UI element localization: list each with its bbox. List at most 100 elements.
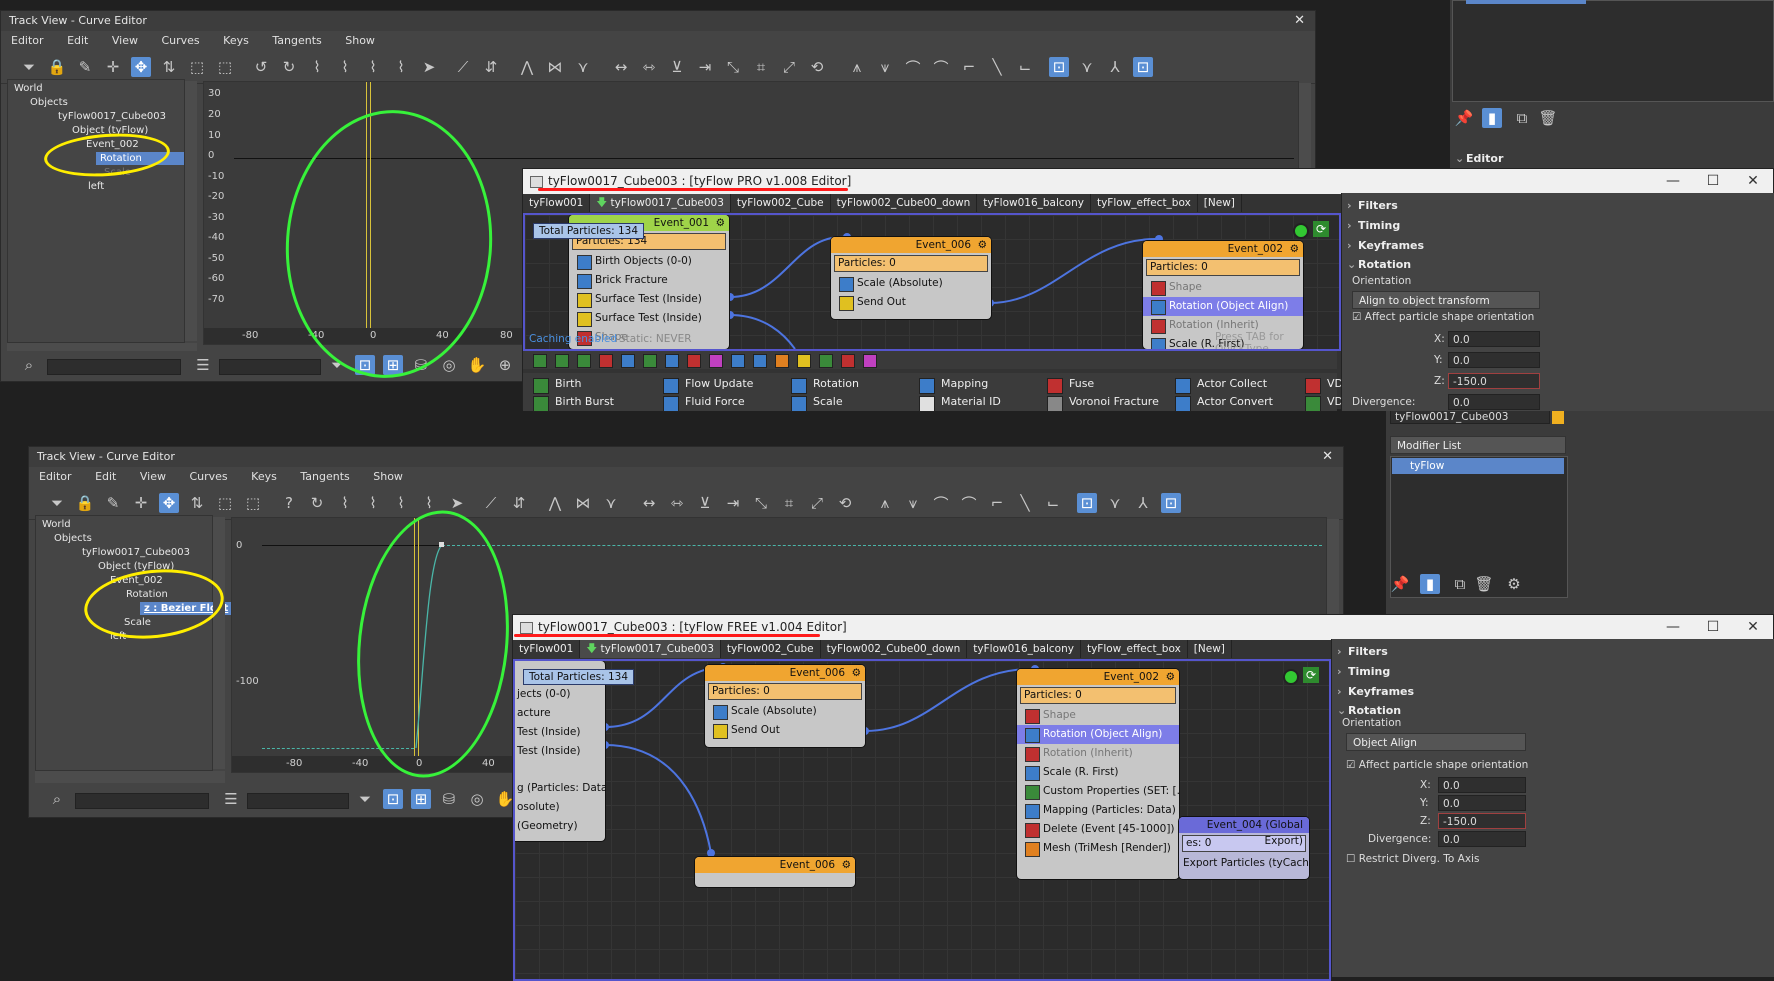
palette-icon[interactable]	[643, 354, 657, 368]
tree-item-object-name[interactable]: tyFlow0017_Cube003	[82, 546, 190, 559]
tab-tyflow-effect-box[interactable]: tyFlow_effect_box	[1090, 194, 1198, 212]
orientation-dropdown[interactable]: Align to object transform	[1352, 291, 1540, 309]
operator[interactable]: Custom Properties (SET: [...	[1017, 782, 1179, 801]
layers-icon[interactable]: ⛁	[439, 789, 459, 809]
modifier-stack-icon[interactable]: ▮	[1420, 574, 1440, 594]
operator[interactable]: Rotation (Inherit)	[1017, 744, 1179, 763]
range-icon[interactable]: ↔	[611, 57, 631, 77]
tab-new[interactable]: [New]	[1197, 194, 1242, 212]
add-key-icon[interactable]: ✛	[103, 57, 123, 77]
operator[interactable]: (Geometry)	[515, 817, 605, 836]
add-key-icon[interactable]: ✛	[131, 493, 151, 513]
event-settings-icon[interactable]: ⚙	[716, 215, 725, 231]
tangent-linear-icon[interactable]: ╲	[987, 57, 1007, 77]
select-icon[interactable]: ➤	[447, 493, 467, 513]
tangent-icon[interactable]: ⋎	[601, 493, 621, 513]
minimize-icon[interactable]: —	[1653, 615, 1693, 640]
show-tangents-icon[interactable]: ⋎	[1105, 493, 1125, 513]
event-settings-icon[interactable]: ⚙	[978, 237, 987, 253]
editor-rollout[interactable]: Editor	[1450, 150, 1774, 168]
op-vd[interactable]: VD	[1305, 377, 1343, 394]
event-settings-icon[interactable]: ⚙	[852, 665, 861, 681]
draw-curve-icon[interactable]: ✎	[103, 493, 123, 513]
timing-rollout[interactable]: Timing	[1332, 663, 1774, 681]
align-icon[interactable]: ⇵	[481, 57, 501, 77]
palette-icon[interactable]	[841, 354, 855, 368]
operator[interactable]: Surface Test (Inside)	[569, 309, 729, 328]
scale-values-icon[interactable]: ⬚	[243, 493, 263, 513]
operator[interactable]: jects (0-0)	[515, 685, 605, 704]
scale-keys-icon[interactable]: ⬚	[187, 57, 207, 77]
palette-icon[interactable]	[555, 354, 569, 368]
tree-item-world[interactable]: World	[42, 518, 71, 531]
tree-horizontal-scrollbar[interactable]	[35, 771, 225, 783]
status-input[interactable]	[75, 793, 209, 809]
menu-show[interactable]: Show	[363, 467, 413, 487]
modifier-list-dropdown[interactable]: Modifier List	[1390, 436, 1566, 454]
tab-tyflow002-cube00-down[interactable]: tyFlow002_Cube00_down	[830, 194, 978, 212]
refresh-icon[interactable]: ⟳	[1313, 221, 1329, 237]
auto-tangent-icon[interactable]: ⋈	[545, 57, 565, 77]
tangent-smooth-icon[interactable]: ⌙	[1043, 493, 1063, 513]
menu-tangents[interactable]: Tangents	[290, 467, 359, 487]
tab-tyflow002-cube[interactable]: tyFlow002_Cube	[730, 194, 831, 212]
scale-keys-icon[interactable]: ⬚	[215, 493, 235, 513]
palette-icon[interactable]	[621, 354, 635, 368]
lock-icon[interactable]: 🔒	[47, 57, 67, 77]
op-flow-update[interactable]: Flow Update	[663, 377, 753, 394]
curve-tool-icon[interactable]: ⌇	[391, 493, 411, 513]
palette-icon[interactable]	[665, 354, 679, 368]
tangent-linear-icon[interactable]: ╲	[1015, 493, 1035, 513]
close-icon[interactable]: ✕	[1733, 169, 1773, 194]
minimize-icon[interactable]: —	[1653, 169, 1693, 194]
restrict-divergence-checkbox[interactable]: ☐ Restrict Diverg. To Axis	[1346, 853, 1479, 865]
palette-icon[interactable]	[709, 354, 723, 368]
reduce-keys-icon[interactable]: ⋀	[517, 57, 537, 77]
show-tangents-icon[interactable]: ⊡	[1077, 493, 1097, 513]
y-spinner[interactable]: 0.0	[1438, 795, 1526, 811]
event-004-node[interactable]: Event_004 (Global Export) es: 0 Export P…	[1179, 817, 1309, 879]
zoom-selected-icon[interactable]: ⌕	[19, 355, 39, 375]
operator-selected[interactable]: Rotation (Object Align)	[1143, 297, 1303, 316]
show-curves-icon[interactable]: ⊞	[411, 789, 431, 809]
list-icon[interactable]: ☰	[193, 355, 213, 375]
operator[interactable]: Brick Fracture	[569, 271, 729, 290]
palette-icon[interactable]	[599, 354, 613, 368]
op-mapping[interactable]: Mapping	[919, 377, 988, 394]
operator[interactable]: Scale (Absolute)	[831, 274, 991, 293]
palette-icon[interactable]	[577, 354, 591, 368]
op-actor-convert[interactable]: Actor Convert	[1175, 395, 1273, 412]
tangent-step-icon[interactable]: ⌐	[959, 57, 979, 77]
event-settings-icon[interactable]: ⚙	[1290, 241, 1299, 257]
op-rotation[interactable]: Rotation	[791, 377, 859, 394]
z-spinner[interactable]: -150.0	[1448, 373, 1540, 389]
menu-keys[interactable]: Keys	[241, 467, 287, 487]
filter-icon[interactable]: ⏷	[19, 57, 39, 77]
curve-tool-icon[interactable]: ⌇	[335, 57, 355, 77]
operator[interactable]: g (Particles: Data)	[515, 779, 605, 798]
op-birth[interactable]: Birth	[533, 377, 581, 394]
operator[interactable]: Shape	[1017, 706, 1179, 725]
affect-shape-checkbox[interactable]: ☑ Affect particle shape orientation	[1352, 311, 1534, 323]
operator[interactable]: Test (Inside)	[515, 742, 605, 761]
show-tangents-icon[interactable]: ⅄	[1105, 57, 1125, 77]
op-material-id[interactable]: Material ID	[919, 395, 1001, 412]
menu-edit[interactable]: Edit	[57, 31, 98, 51]
slide-key-icon[interactable]: ⇅	[159, 57, 179, 77]
y-spinner[interactable]: 0.0	[1448, 352, 1540, 368]
tree-item-objects[interactable]: Objects	[30, 96, 68, 109]
range-icon[interactable]: ↔	[639, 493, 659, 513]
operator[interactable]: Scale (R. First)	[1017, 763, 1179, 782]
operator[interactable]: Test (Inside)	[515, 723, 605, 742]
menu-editor[interactable]: Editor	[29, 467, 82, 487]
list-icon[interactable]: ☰	[221, 789, 241, 809]
draw-curve-icon[interactable]: ✎	[75, 57, 95, 77]
palette-icon[interactable]	[797, 354, 811, 368]
operator[interactable]: Export Particles (tyCache)	[1179, 854, 1309, 873]
divergence-spinner[interactable]: 0.0	[1438, 831, 1526, 847]
tangent-icon[interactable]: ⋎	[573, 57, 593, 77]
reduce-keys-icon[interactable]: ⋀	[545, 493, 565, 513]
curve-tool-icon[interactable]: ⌇	[391, 57, 411, 77]
menu-curves[interactable]: Curves	[151, 31, 209, 51]
curve-tool-icon[interactable]: ⌇	[363, 493, 383, 513]
